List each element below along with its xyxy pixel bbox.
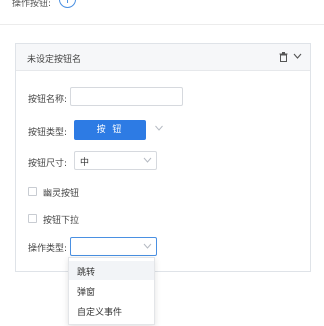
size-value: 中	[80, 158, 90, 168]
action-type-select[interactable]	[70, 237, 157, 256]
dropdown-checkbox[interactable]	[28, 214, 37, 223]
panel-title: 未设定按钮名	[27, 55, 82, 65]
button-type-button[interactable]: 按 钮	[74, 120, 146, 140]
top-divider	[0, 24, 324, 25]
header-label: 操作按钮:	[12, 0, 52, 9]
type-label: 按钮类型:	[28, 128, 68, 138]
size-label: 按钮尺寸:	[28, 159, 68, 169]
dropdown-option-popup[interactable]: 弹窗	[69, 281, 154, 300]
chevron-down-icon	[143, 157, 152, 163]
ghost-checkbox[interactable]	[28, 187, 37, 196]
add-button[interactable]: +	[59, 0, 76, 8]
button-size-select[interactable]: 中	[74, 151, 157, 170]
dropdown-option-label: 弹窗	[77, 288, 96, 298]
trash-icon[interactable]	[279, 52, 288, 62]
dropdown-option-jump[interactable]: 跳转	[69, 261, 154, 280]
header-row: 操作按钮: +	[12, 0, 312, 10]
chevron-down-icon[interactable]	[293, 51, 302, 61]
button-config-panel: 未设定按钮名 按钮名称: 按钮类型: 按 钮 按钮尺寸: 中 幽灵按钮 按钮下拉…	[15, 43, 311, 272]
dropdown-option-label: 自定义事件	[77, 308, 123, 318]
ghost-label: 幽灵按钮	[43, 189, 80, 199]
action-label: 操作类型:	[28, 244, 68, 254]
chevron-down-icon[interactable]	[154, 123, 164, 133]
action-type-dropdown: 跳转 弹窗 自定义事件	[68, 257, 155, 325]
dropdown-option-custom-event[interactable]: 自定义事件	[69, 301, 154, 320]
dropdown-option-label: 跳转	[77, 268, 96, 278]
chevron-down-icon	[143, 243, 152, 249]
name-label: 按钮名称:	[28, 95, 68, 105]
panel-header[interactable]: 未设定按钮名	[16, 44, 310, 71]
dropdown-label: 按钮下拉	[43, 216, 80, 226]
button-name-input[interactable]	[70, 87, 183, 106]
